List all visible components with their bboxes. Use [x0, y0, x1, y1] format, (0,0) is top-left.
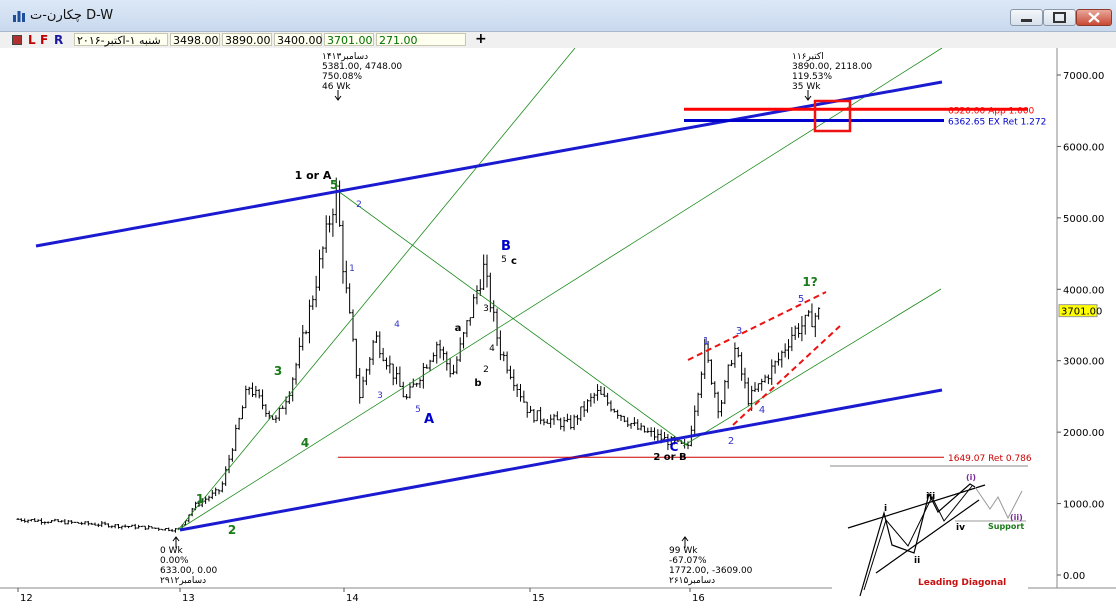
wave-label: 1? [802, 275, 817, 289]
inset-label-wave-i: (i) [966, 473, 976, 482]
minimize-button[interactable] [1010, 9, 1043, 26]
inset-caption: Leading Diagonal [918, 578, 1006, 588]
chart-bar-icon [13, 11, 25, 22]
ohlc-bar [73, 521, 77, 523]
info-line: ۲۹دسامبر۱۲ [160, 576, 206, 586]
info-line: 633.00, 0.00 [160, 566, 218, 576]
wave-label: 4 [301, 436, 309, 450]
maximize-button[interactable] [1043, 9, 1076, 26]
info-line: 46 Wk [322, 82, 351, 92]
info-line: -67.07% [669, 556, 707, 566]
bar-date: شنبه ۱-اکتبر-۲۰۱۶ [74, 33, 168, 47]
sub-wave-label: 5 [501, 255, 507, 265]
sub-wave-label: 4 [489, 344, 495, 354]
x-tick-label: 12 [20, 593, 33, 604]
wave-label: b [474, 378, 481, 389]
inset-label-ii: ii [914, 556, 920, 566]
add-indicator-button[interactable]: + [475, 31, 487, 47]
info-line: 35 Wk [792, 82, 821, 92]
last-price-label: 3701.00 [1061, 307, 1102, 318]
x-tick-label: 13 [182, 593, 195, 604]
y-tick-label: 6000.00 [1063, 142, 1104, 153]
sub-wave-label: 3 [483, 304, 489, 314]
inset-label-iii: iii [926, 492, 935, 502]
y-tick-label: 3000.00 [1063, 357, 1104, 368]
level-label-app: 6520.00 App 1.000 [948, 106, 1035, 116]
bar-high: 3890.00 [222, 33, 272, 47]
sub-wave-label: 3 [377, 391, 383, 401]
toolbar-letter-r[interactable]: R [54, 33, 63, 47]
info-line: 5381.00, 4748.00 [322, 62, 402, 72]
price-chart[interactable]: 6520.00 App 1.0006362.65 EX Ret 1.272164… [0, 48, 1116, 614]
bar-close: 3701.00 [324, 33, 374, 47]
level-label-ex-ret: 6362.65 EX Ret 1.272 [948, 118, 1046, 128]
wave-label: c [511, 256, 517, 267]
swatch-icon[interactable] [12, 35, 22, 45]
info-line: ۱۴دسامبر۱۳ [322, 52, 368, 62]
info-line: ۱اکتبر۱۶ [792, 52, 824, 62]
chart-toolbar: L F R شنبه ۱-اکتبر-۲۰۱۶ 3498.00 3890.00 … [0, 31, 1116, 48]
bar-open: 3498.00 [170, 33, 220, 47]
wave-label: 3 [736, 326, 742, 337]
wave-label: 1 or A [295, 169, 332, 182]
toolbar-letter-f[interactable]: F [40, 33, 48, 47]
wave-label: 1 [196, 492, 204, 506]
y-tick-label: 5000.00 [1063, 214, 1104, 225]
wave-label: 4 [759, 405, 765, 416]
sub-wave-label: 5 [415, 405, 421, 415]
info-line: 119.53% [792, 72, 832, 82]
y-tick-label: 1000.00 [1063, 500, 1104, 511]
toolbar-letter-l[interactable]: L [28, 33, 36, 47]
inset-label-i: i [884, 504, 887, 514]
info-line: ۲۶دسامبر۱۵ [669, 576, 715, 586]
close-button[interactable] [1076, 9, 1112, 26]
wave-label: 1 [703, 336, 709, 347]
level-label-ret: 1649.07 Ret 0.786 [948, 454, 1032, 464]
bar-low: 3400.00 [274, 33, 323, 47]
inset-label-wave-ii: (ii) [1010, 513, 1023, 522]
info-line: 750.08% [322, 72, 362, 82]
inset-label-support: Support [988, 522, 1024, 531]
wave-label: B [501, 239, 511, 254]
sub-wave-label: 2 [483, 365, 489, 375]
y-tick-label: 4000.00 [1063, 285, 1104, 296]
wave-label: 2 [728, 436, 734, 447]
info-line: 0 Wk [160, 546, 183, 556]
minimize-icon [1021, 19, 1032, 22]
window-title: چکارن-ت D-W [30, 8, 114, 23]
sub-wave-label: 4 [394, 320, 400, 330]
maximize-icon [1053, 12, 1066, 23]
wave-label: a [455, 323, 462, 334]
sub-wave-label: 1 [349, 264, 355, 274]
close-icon [1088, 12, 1100, 23]
wave-label: 2 or B [653, 452, 686, 463]
wave-label: 5 [798, 294, 804, 305]
x-tick-label: 15 [532, 593, 545, 604]
window-titlebar: چکارن-ت D-W [0, 0, 1116, 32]
x-tick-label: 14 [346, 593, 359, 604]
y-tick-label: 7000.00 [1063, 71, 1104, 82]
info-line: 99 Wk [669, 546, 698, 556]
y-tick-label: 0.00 [1063, 571, 1085, 582]
wave-label: 2 [228, 523, 236, 537]
sub-wave-label: 2 [356, 200, 362, 210]
info-line: 0.00% [160, 556, 189, 566]
x-tick-label: 16 [692, 593, 705, 604]
wave-label: A [424, 412, 434, 427]
info-line: 1772.00, -3609.00 [669, 566, 753, 576]
leading-diagonal-inset: iiiiiiiv(i)(ii)SupportLeading Diagonal [832, 470, 1028, 600]
bar-change: 271.00 [376, 33, 466, 47]
wave-label: 3 [274, 364, 282, 378]
y-tick-label: 2000.00 [1063, 428, 1104, 439]
info-line: 3890.00, 2118.00 [792, 62, 872, 72]
inset-label-iv: iv [956, 523, 965, 533]
